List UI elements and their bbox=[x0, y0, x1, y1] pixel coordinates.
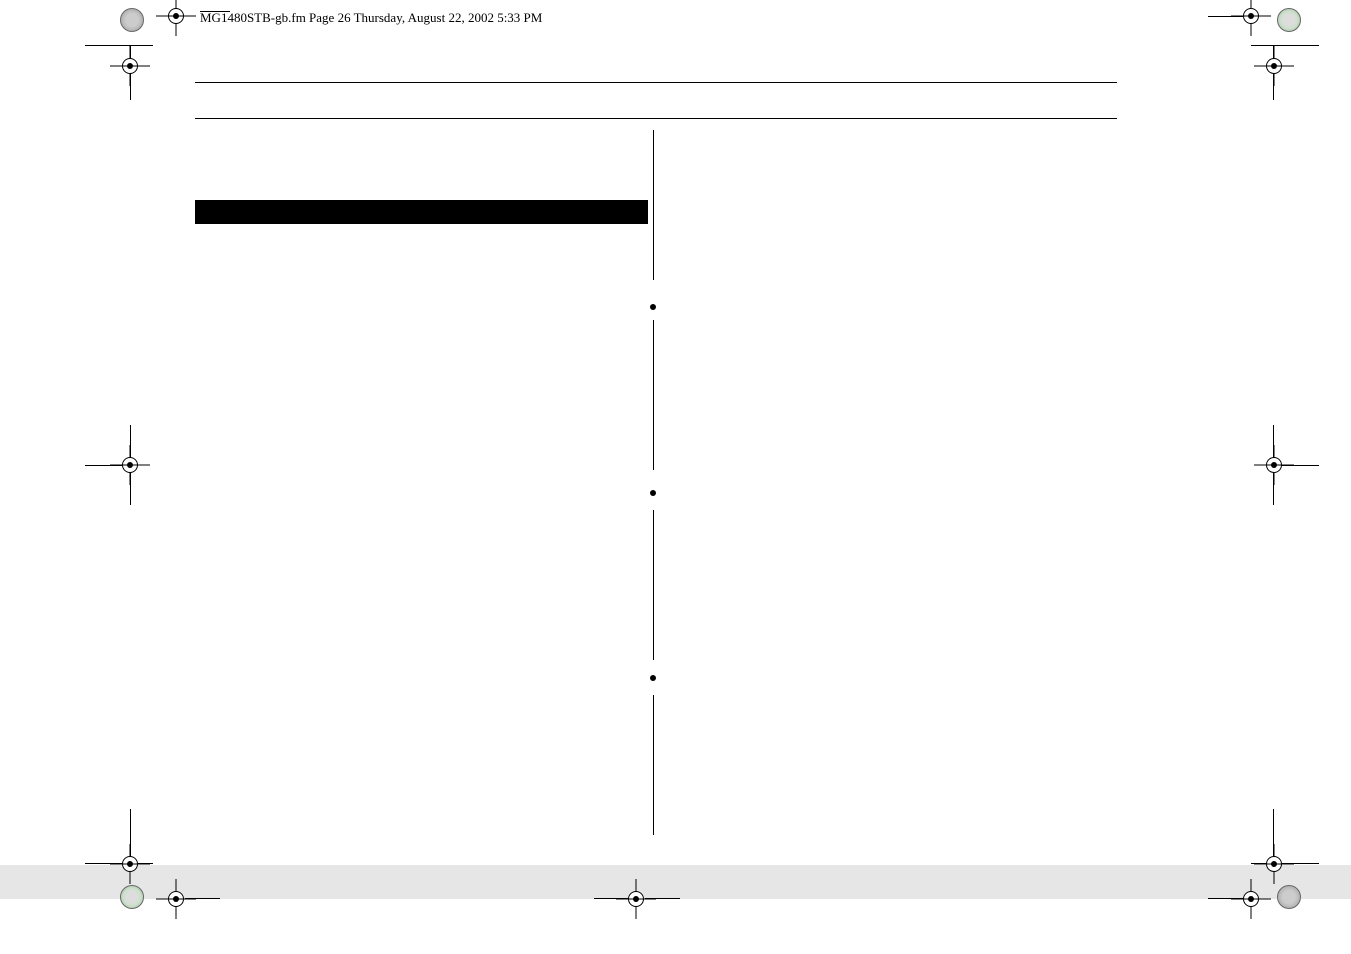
registration-mark-icon bbox=[1243, 8, 1259, 24]
bullet-dot bbox=[650, 490, 656, 496]
black-bar bbox=[195, 200, 648, 224]
header-file-info: MG1480STB-gb.fm Page 26 Thursday, August… bbox=[200, 10, 542, 26]
registration-mark-icon bbox=[1266, 856, 1282, 872]
registration-circle-bottom-right bbox=[1277, 885, 1301, 909]
bottom-band bbox=[0, 865, 1351, 899]
crop-mark bbox=[1251, 45, 1319, 46]
crop-mark bbox=[185, 898, 220, 899]
registration-circle-top-left bbox=[120, 8, 144, 32]
crop-mark bbox=[1208, 898, 1243, 899]
crop-mark bbox=[1208, 16, 1243, 17]
registration-circle-top-right bbox=[1277, 8, 1301, 32]
crop-mark bbox=[594, 898, 629, 899]
registration-mark-icon bbox=[1266, 457, 1282, 473]
registration-mark-icon bbox=[122, 856, 138, 872]
registration-mark-icon bbox=[628, 891, 644, 907]
center-line-segment bbox=[653, 695, 654, 835]
crop-mark bbox=[85, 45, 153, 46]
registration-mark-icon bbox=[122, 457, 138, 473]
registration-mark-icon bbox=[168, 8, 184, 24]
crop-mark bbox=[645, 898, 680, 899]
registration-mark-icon bbox=[122, 58, 138, 74]
bullet-dot bbox=[650, 304, 656, 310]
bullet-dot bbox=[650, 675, 656, 681]
center-line-segment bbox=[653, 320, 654, 470]
registration-circle-bottom-left bbox=[120, 885, 144, 909]
registration-mark-icon bbox=[1243, 891, 1259, 907]
center-line-segment bbox=[653, 510, 654, 660]
registration-mark-icon bbox=[168, 891, 184, 907]
horizontal-rule bbox=[195, 118, 1117, 119]
registration-mark-icon bbox=[1266, 58, 1282, 74]
horizontal-rule bbox=[195, 82, 1117, 83]
center-line-segment bbox=[653, 130, 654, 280]
